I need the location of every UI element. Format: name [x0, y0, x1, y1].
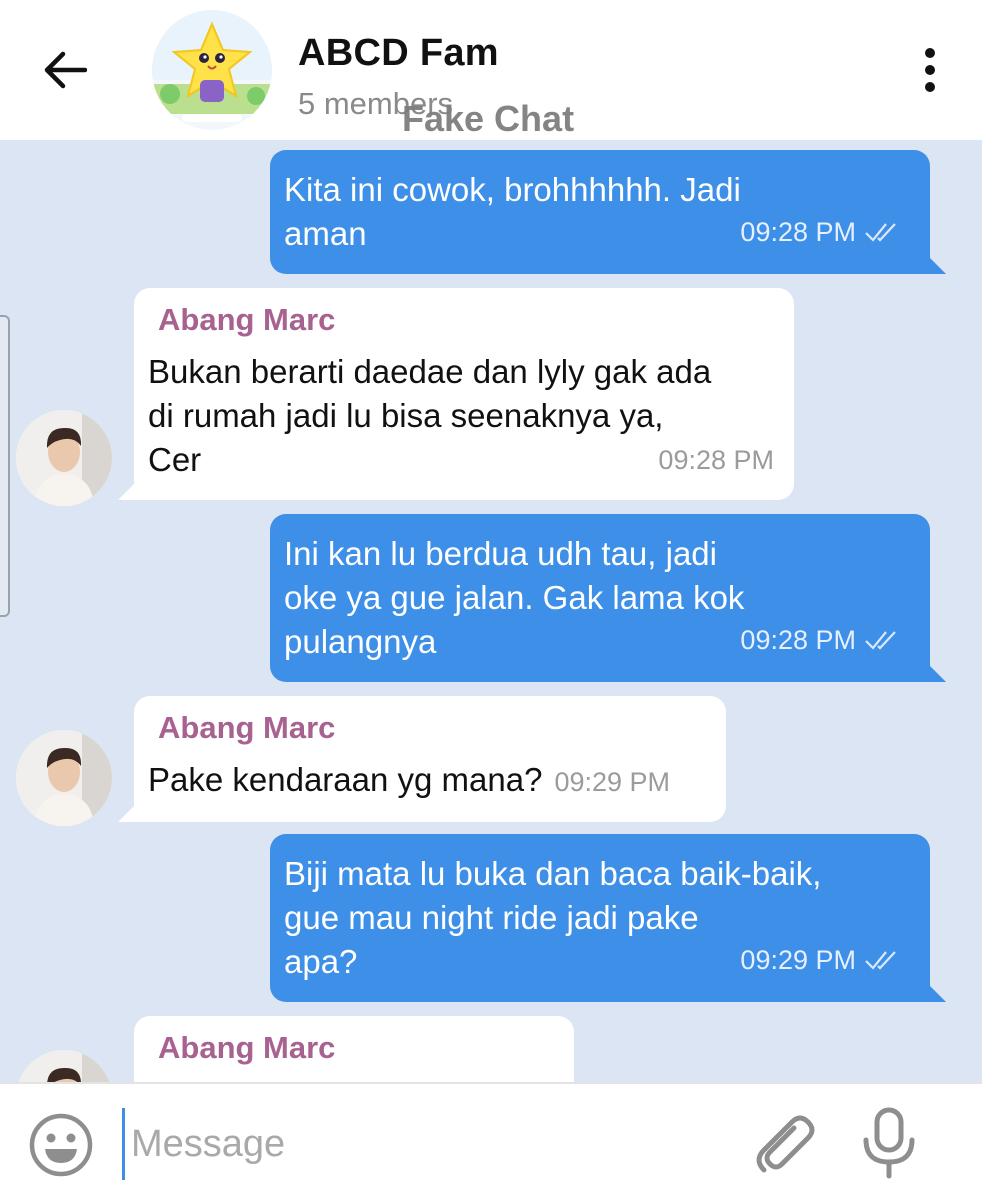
- message-text-line: Biji mata lu buka dan baca baik-baik,: [284, 855, 822, 892]
- read-checkmarks-icon: [865, 223, 896, 242]
- emoji-button[interactable]: [28, 1112, 94, 1178]
- message-text-line: di rumah jadi lu bisa seenaknya ya,: [148, 397, 664, 434]
- message-time-text: 09:28 PM: [740, 625, 856, 655]
- chat-title[interactable]: ABCD Fam: [298, 32, 499, 75]
- emoji-icon: [29, 1113, 93, 1177]
- paperclip-icon: [756, 1115, 815, 1173]
- avatar[interactable]: [16, 410, 112, 506]
- chat-header: ABCD Fam 5 members Fake Chat: [0, 0, 982, 140]
- read-checkmarks-icon: [865, 631, 896, 650]
- scroll-indicator[interactable]: [0, 315, 10, 617]
- message-text-line: gue mau night ride jadi pake: [284, 899, 699, 936]
- message-text-line: Pake kendaraan yg mana?: [148, 761, 543, 798]
- message-text-line: Kita ini cowok, brohhhhhh. Jadi: [284, 171, 741, 208]
- avatar[interactable]: [16, 1050, 112, 1082]
- incoming-message[interactable]: Abang Marc: [134, 1016, 574, 1082]
- message-list[interactable]: Kita ini cowok, brohhhhhh. Jadi aman 09:…: [0, 140, 982, 1082]
- contact-photo: [16, 730, 112, 826]
- more-vertical-icon-dot: [925, 82, 935, 92]
- back-button[interactable]: [30, 40, 100, 100]
- microphone-button[interactable]: [858, 1106, 920, 1180]
- back-arrow-icon: [44, 51, 87, 89]
- read-checkmarks-icon: [865, 951, 896, 970]
- message-time-text: 09:28 PM: [740, 217, 856, 247]
- contact-photo: [16, 1050, 112, 1082]
- outgoing-message[interactable]: Biji mata lu buka dan baca baik-baik, gu…: [270, 834, 946, 1002]
- message-text-row: Pake kendaraan yg mana? 09:29 PM: [148, 758, 704, 804]
- message-time: 09:28 PM: [740, 618, 898, 662]
- microphone-icon: [863, 1107, 915, 1179]
- sender-name[interactable]: Abang Marc: [158, 706, 704, 750]
- incoming-message[interactable]: Abang Marc Pake kendaraan yg mana? 09:29 …: [118, 696, 726, 822]
- message-text-line: oke ya gue jalan. Gak lama kok: [284, 579, 745, 616]
- message-text-line: Ini kan lu berdua udh tau, jadi: [284, 535, 717, 572]
- more-vertical-icon: [925, 48, 935, 58]
- outgoing-message[interactable]: Ini kan lu berdua udh tau, jadi oke ya g…: [270, 514, 946, 682]
- message-time: 09:28 PM: [658, 445, 774, 475]
- message-text-line: Bukan berarti daedae dan lyly gak ada: [148, 353, 712, 390]
- sender-name[interactable]: Abang Marc: [158, 298, 772, 342]
- watermark-text: Fake Chat: [402, 98, 575, 139]
- incoming-message[interactable]: Abang Marc Bukan berarti daedae dan lyly…: [118, 288, 794, 500]
- star-mascot-avatar-image: [152, 10, 272, 130]
- message-time: 09:29 PM: [554, 767, 671, 797]
- message-time-text: 09:29 PM: [740, 945, 856, 975]
- sender-name[interactable]: Abang Marc: [158, 1026, 552, 1070]
- message-time: 09:29 PM: [740, 938, 898, 982]
- attach-button[interactable]: [748, 1108, 818, 1178]
- avatar[interactable]: [16, 730, 112, 826]
- more-vertical-icon-dot: [925, 65, 935, 75]
- outgoing-message[interactable]: Kita ini cowok, brohhhhhh. Jadi aman 09:…: [270, 150, 946, 274]
- group-avatar[interactable]: [152, 10, 272, 130]
- message-time: 09:28 PM: [740, 210, 898, 254]
- more-options-button[interactable]: [905, 40, 955, 100]
- message-input-bar: [0, 1082, 982, 1200]
- contact-photo: [16, 410, 112, 506]
- message-input[interactable]: [122, 1108, 733, 1180]
